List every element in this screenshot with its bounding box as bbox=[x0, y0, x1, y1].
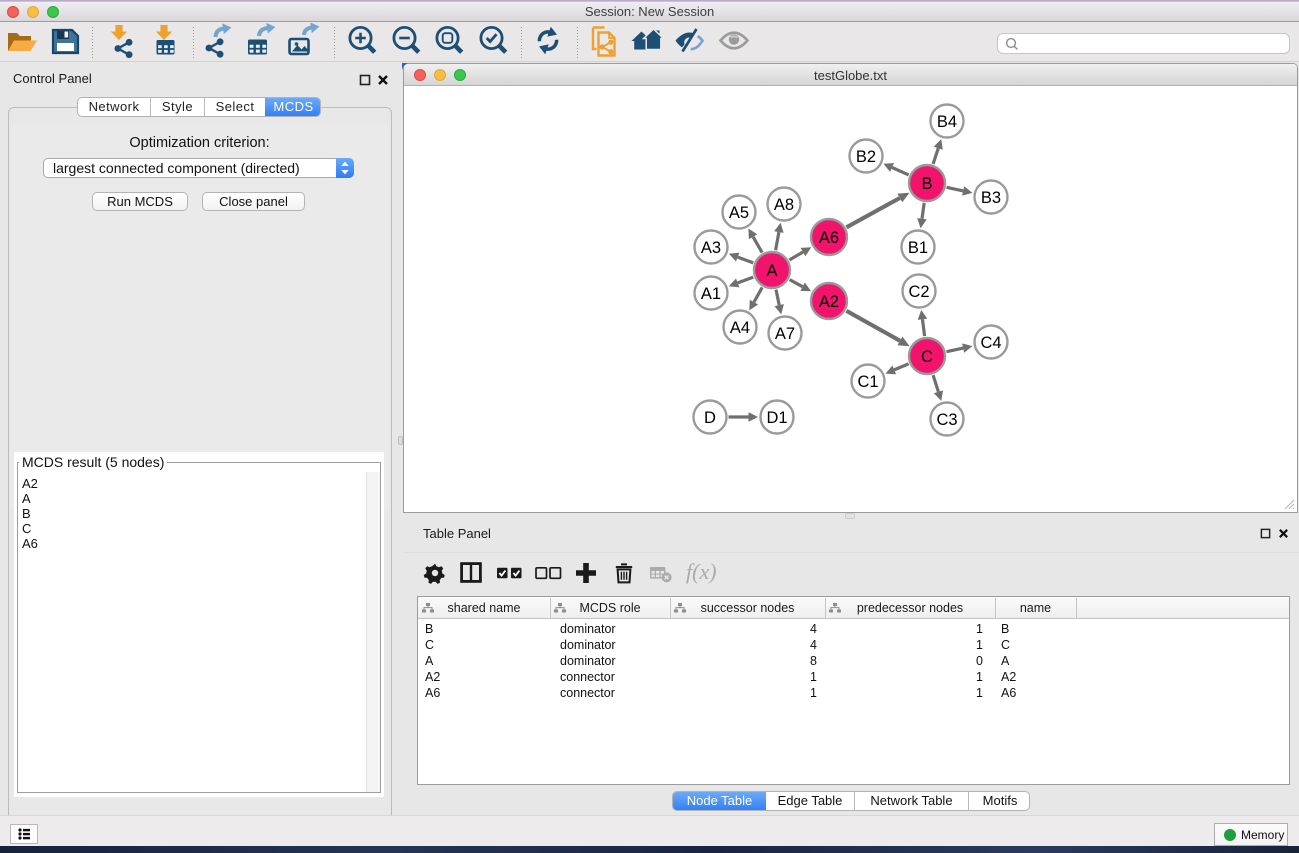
svg-text:A2: A2 bbox=[819, 293, 839, 311]
svg-text:A1: A1 bbox=[701, 285, 721, 303]
svg-text:B3: B3 bbox=[981, 189, 1001, 207]
svg-text:B4: B4 bbox=[937, 113, 957, 131]
svg-text:C: C bbox=[921, 348, 933, 366]
svg-text:C4: C4 bbox=[980, 334, 1001, 352]
svg-text:A7: A7 bbox=[775, 325, 795, 343]
svg-text:A6: A6 bbox=[819, 229, 839, 247]
svg-text:A5: A5 bbox=[729, 204, 749, 222]
svg-text:C2: C2 bbox=[908, 283, 929, 301]
svg-text:B2: B2 bbox=[856, 148, 876, 166]
svg-text:D1: D1 bbox=[766, 409, 787, 427]
svg-text:C3: C3 bbox=[936, 411, 957, 429]
svg-text:B1: B1 bbox=[908, 239, 928, 257]
svg-text:D: D bbox=[704, 409, 716, 427]
svg-text:A3: A3 bbox=[701, 239, 721, 257]
svg-text:A4: A4 bbox=[730, 319, 750, 337]
svg-text:C1: C1 bbox=[857, 373, 878, 391]
svg-text:A: A bbox=[766, 262, 777, 280]
svg-text:A8: A8 bbox=[774, 196, 794, 214]
svg-text:B: B bbox=[921, 175, 932, 193]
